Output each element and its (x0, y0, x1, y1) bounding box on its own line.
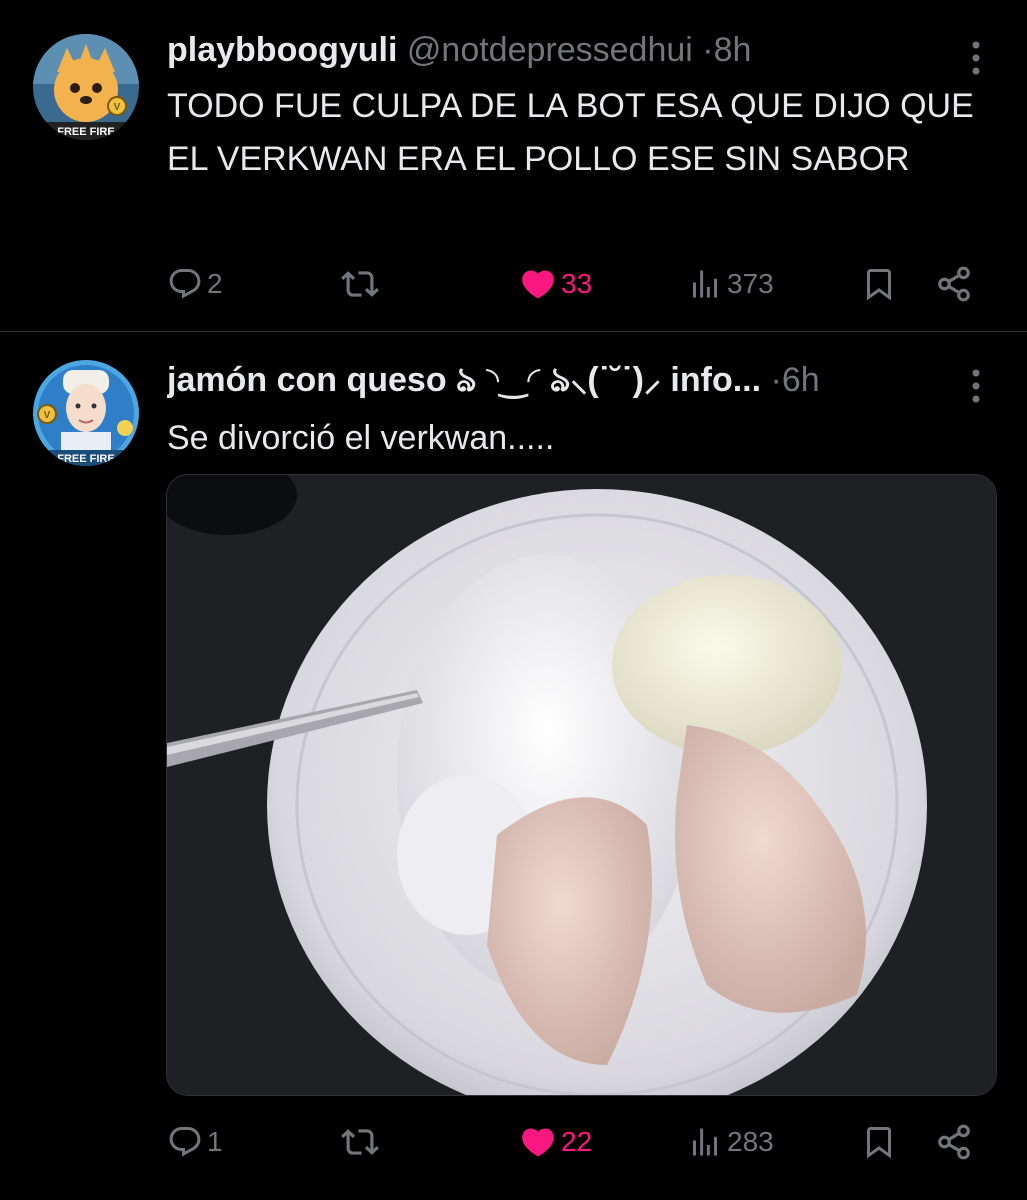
svg-text:FREE FIRE: FREE FIRE (57, 453, 114, 465)
retweet-button[interactable] (341, 262, 379, 306)
svg-text:FREE FIRE: FREE FIRE (57, 126, 114, 138)
retweet-button[interactable] (341, 1120, 379, 1164)
food-photo (167, 475, 996, 1095)
views-count: 283 (727, 1126, 774, 1157)
action-bar: 1 22 283 (167, 1120, 977, 1164)
views-icon (687, 1124, 723, 1160)
tweet[interactable]: FREE FIRE V jamón con queso ঌ ◝‿◜ ঌ⸜(˙˘˙… (0, 332, 1027, 1200)
action-bar: 2 33 373 (167, 262, 977, 306)
avatar[interactable]: FREE FIRE V (33, 34, 139, 140)
timestamp[interactable]: 6h (782, 361, 820, 399)
handle[interactable]: @notdepressedhui (407, 31, 693, 69)
bookmark-icon (861, 1124, 897, 1160)
tweet-header: playbboogyuli @notdepressedhui ·8h (167, 30, 947, 70)
share-button[interactable] (935, 1120, 973, 1164)
reply-count: 2 (207, 268, 223, 299)
reply-button[interactable]: 2 (167, 262, 223, 306)
bookmark-button[interactable] (861, 262, 897, 306)
separator: · (702, 31, 714, 69)
more-icon[interactable] (971, 40, 981, 81)
retweet-icon (341, 265, 379, 303)
views-count: 373 (727, 268, 774, 299)
display-name[interactable]: jamón con queso ঌ ◝‿◜ ঌ⸜(˙˘˙)⸝ info... (167, 361, 761, 399)
heart-icon (519, 265, 557, 303)
share-button[interactable] (935, 262, 973, 306)
tweet-photo[interactable] (166, 474, 997, 1096)
tweet-text: Se divorció el verkwan..... (167, 419, 555, 457)
tweet-text: TODO FUE CULPA DE LA BOT ESA QUE DIJO QU… (167, 87, 974, 178)
tweet-header: jamón con queso ঌ ◝‿◜ ঌ⸜(˙˘˙)⸝ info... ·… (167, 360, 947, 400)
like-count: 33 (561, 268, 593, 299)
reply-count: 1 (207, 1126, 223, 1157)
like-count: 22 (561, 1126, 593, 1157)
reply-icon (167, 1124, 203, 1160)
bookmark-button[interactable] (861, 1120, 897, 1164)
retweet-icon (341, 1123, 379, 1161)
like-button[interactable]: 22 (519, 1120, 592, 1164)
separator: · (770, 361, 782, 399)
display-name[interactable]: playbboogyuli (167, 31, 397, 69)
like-button[interactable]: 33 (519, 262, 592, 306)
reply-icon (167, 266, 203, 302)
share-icon (935, 265, 973, 303)
timestamp[interactable]: 8h (714, 31, 752, 69)
bookmark-icon (861, 266, 897, 302)
avatar[interactable]: FREE FIRE V (33, 360, 139, 466)
svg-text:V: V (44, 410, 51, 421)
more-icon[interactable] (971, 368, 981, 409)
reply-button[interactable]: 1 (167, 1120, 223, 1164)
views-button[interactable]: 373 (687, 262, 774, 306)
share-icon (935, 1123, 973, 1161)
views-button[interactable]: 283 (687, 1120, 774, 1164)
heart-icon (519, 1123, 557, 1161)
svg-text:V: V (114, 102, 121, 113)
views-icon (687, 266, 723, 302)
tweet[interactable]: FREE FIRE V playbboogyuli @notdepressedh… (0, 0, 1027, 332)
